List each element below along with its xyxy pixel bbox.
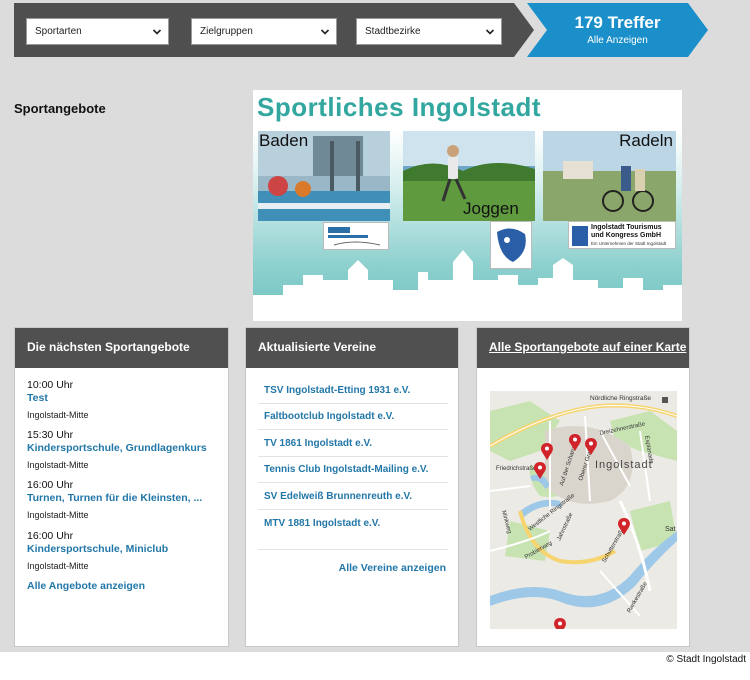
divider: [258, 482, 448, 483]
divider: [258, 549, 448, 550]
map-header-link[interactable]: Alle Sportangebote auf einer Karte: [477, 328, 689, 368]
show-all-label: Alle Anzeigen: [587, 35, 648, 46]
sportarten-select[interactable]: Sportarten: [26, 18, 169, 45]
divider: [258, 403, 448, 404]
chevron-down-icon: [485, 29, 495, 35]
event-item: 16:00 Uhr Kindersportschule, Miniclub In…: [27, 530, 168, 571]
sports-map[interactable]: Nördliche Ringstraße Dreizehnerstraße Es…: [490, 391, 677, 629]
stadtwerke-logo: [323, 222, 389, 250]
divider: [258, 456, 448, 457]
club-link[interactable]: Faltbootclub Ingolstadt e.V.: [264, 411, 444, 422]
map-label: Sat: [665, 526, 676, 533]
club-link[interactable]: SV Edelweiß Brunnenreuth e.V.: [264, 491, 444, 502]
stadtbezirke-select-value: Stadtbezirke: [365, 26, 421, 37]
joggen-label: Joggen: [463, 199, 519, 218]
map-city-label: Ingolstadt: [595, 459, 653, 471]
clubs-card: Aktualisierte Vereine TSV Ingolstadt-Ett…: [245, 327, 459, 647]
map-card: Alle Sportangebote auf einer Karte Nördl…: [476, 327, 690, 647]
tourismus-logo-text: Ingolstadt Tourismus und Kongress GmbH: [591, 224, 662, 239]
section-title: Sportangebote: [14, 101, 106, 116]
event-item: 10:00 Uhr Test Ingolstadt-Mitte: [27, 379, 89, 420]
club-link[interactable]: TV 1861 Ingolstadt e.V.: [264, 438, 444, 449]
event-title-link[interactable]: Turnen, Turnen für die Kleinsten, ...: [27, 492, 202, 506]
club-link[interactable]: MTV 1881 Ingolstadt e.V.: [264, 518, 444, 529]
upcoming-card: Die nächsten Sportangebote 10:00 Uhr Tes…: [14, 327, 229, 647]
club-link[interactable]: TSV Ingolstadt-Etting 1931 e.V.: [264, 385, 444, 396]
sportarten-select-value: Sportarten: [35, 26, 82, 37]
map-pin-icon[interactable]: [554, 618, 566, 629]
event-title-link[interactable]: Kindersportschule, Grundlagenkurs: [27, 442, 207, 456]
event-location: Ingolstadt-Mitte: [27, 561, 89, 571]
baden-photo: Baden: [258, 131, 390, 221]
zielgruppen-select-value: Zielgruppen: [200, 26, 253, 37]
event-item: 16:00 Uhr Turnen, Turnen für die Kleinst…: [27, 479, 202, 520]
zielgruppen-select[interactable]: Zielgruppen: [191, 18, 337, 45]
all-offers-link[interactable]: Alle Angebote anzeigen: [27, 580, 145, 592]
joggen-photo: Joggen: [403, 131, 535, 221]
club-link[interactable]: Tennis Club Ingolstadt-Mailing e.V.: [264, 464, 444, 475]
results-count: 179 Treffer: [574, 13, 661, 32]
map-canvas: Nördliche Ringstraße Dreizehnerstraße Es…: [490, 391, 677, 629]
banner-title: Sportliches Ingolstadt: [257, 92, 542, 122]
radeln-photo: Radeln: [543, 131, 676, 221]
baden-label: Baden: [259, 131, 309, 150]
skyline-silhouette: [253, 250, 682, 321]
clubs-header: Aktualisierte Vereine: [246, 328, 458, 368]
tourismus-logo-subtext: Ein Unternehmen der Stadt Ingolstadt: [591, 241, 667, 246]
divider: [258, 509, 448, 510]
sport-banner[interactable]: Sportliches Ingolstadt Baden Joggen Rade…: [253, 90, 682, 321]
results-button[interactable]: 179 Treffer Alle Anzeigen: [527, 3, 708, 57]
event-item: 15:30 Uhr Kindersportschule, Grundlagenk…: [27, 429, 207, 470]
map-marker-small-icon: [662, 397, 668, 403]
event-title-link[interactable]: Kindersportschule, Miniclub: [27, 543, 168, 557]
chevron-down-icon: [320, 29, 330, 35]
page-background: Sportarten Zielgruppen Stadtbezirke 179 …: [0, 0, 750, 652]
map-label: Friedrichstraße: [496, 466, 537, 472]
divider: [258, 429, 448, 430]
event-title-link[interactable]: Test: [27, 392, 89, 406]
radeln-label: Radeln: [619, 131, 673, 150]
map-label: Nördliche Ringstraße: [590, 395, 651, 402]
event-location: Ingolstadt-Mitte: [27, 510, 89, 520]
filter-bar: Sportarten Zielgruppen Stadtbezirke: [14, 3, 534, 57]
event-time: 15:30 Uhr: [27, 429, 74, 441]
upcoming-header: Die nächsten Sportangebote: [15, 328, 228, 368]
tourismus-logo: Ingolstadt Tourismus und Kongress GmbH E…: [568, 221, 676, 249]
event-time: 16:00 Uhr: [27, 530, 74, 542]
event-location: Ingolstadt-Mitte: [27, 460, 89, 470]
chevron-down-icon: [152, 29, 162, 35]
copyright-text: © Stadt Ingolstadt: [666, 654, 746, 665]
stadtbezirke-select[interactable]: Stadtbezirke: [356, 18, 502, 45]
event-time: 16:00 Uhr: [27, 479, 74, 491]
event-location: Ingolstadt-Mitte: [27, 410, 89, 420]
event-time: 10:00 Uhr: [27, 379, 74, 391]
all-clubs-link[interactable]: Alle Vereine anzeigen: [339, 562, 446, 574]
